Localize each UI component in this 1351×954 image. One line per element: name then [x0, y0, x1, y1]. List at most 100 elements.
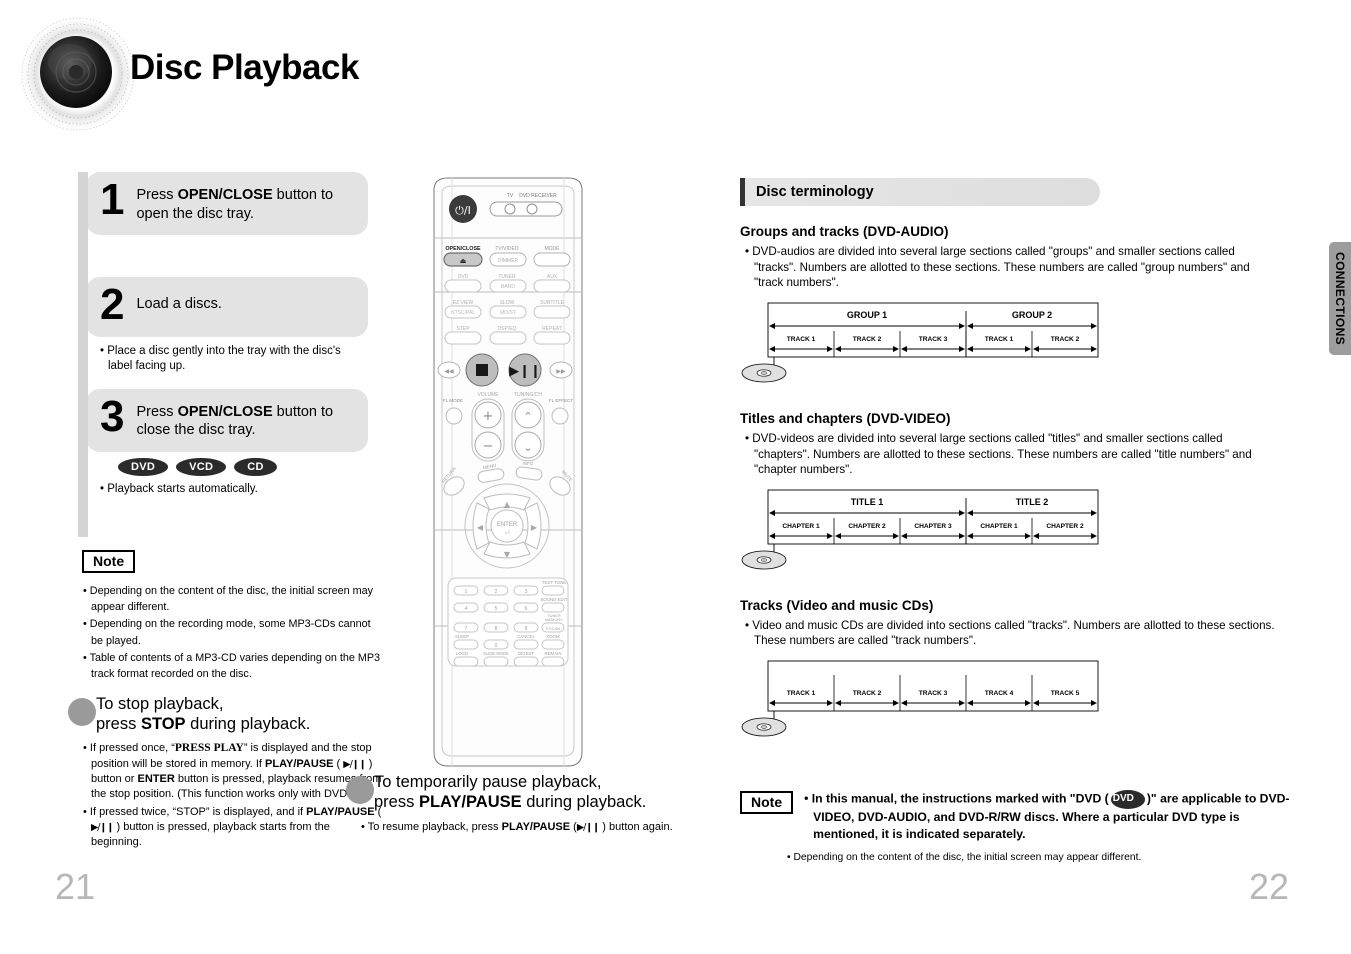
disc-icon: [741, 363, 787, 383]
right-note-bold-text: • In this manual, the instructions marke…: [803, 790, 1300, 844]
stop-playback-section: To stop playback, press STOP during play…: [68, 694, 382, 852]
svg-text:8: 8: [495, 626, 498, 632]
pause-heading: To temporarily pause playback, press PLA…: [346, 772, 690, 812]
badge-dvd: DVD: [118, 457, 169, 476]
step-2: 2 Load a discs. • Place a disc gently in…: [78, 277, 368, 396]
stop-heading: To stop playback, press STOP during play…: [68, 694, 382, 734]
bullet-text-run: PLAY/PAUSE: [265, 758, 334, 771]
left-note-block: Note • Depending on the content of the d…: [82, 550, 382, 683]
svg-text:SLEEP: SLEEP: [455, 634, 469, 639]
page-number-left: 21: [55, 866, 96, 907]
note-badge-right: Note: [740, 791, 794, 814]
diagram-label: CHAPTER 2: [848, 523, 886, 530]
svg-text:▼: ▼: [504, 550, 511, 559]
step-2-text-pre: Load a discs.: [136, 296, 222, 313]
diagram-label: TRACK 2: [853, 336, 882, 343]
note-badge-left: Note: [82, 550, 136, 573]
diagram-label: CHAPTER 1: [980, 523, 1018, 530]
bullet-text-run: ENTER: [137, 773, 175, 786]
stop-bullets: • If pressed once, “PRESS PLAY” is displ…: [82, 741, 382, 850]
page-title: Disc Playback: [130, 48, 359, 87]
badge-cd: CD: [234, 457, 277, 476]
svg-text:▲: ▲: [504, 500, 511, 509]
diagram-svg: GROUP 1 GROUP 2 TRACK 1 TRACK 2 TRACK 3 TRACK…: [741, 302, 1099, 383]
svg-text:REPEAT: REPEAT: [542, 326, 562, 332]
svg-text:7: 7: [465, 626, 468, 632]
svg-text:NTSC/PAL: NTSC/PAL: [451, 310, 475, 316]
diagram-label: TRACK 3: [919, 336, 948, 343]
remote-control-svg: ⏻/I TV DVD RECEIVER OPEN/CLOSE ⏏ TV/VIDE…: [433, 177, 583, 767]
bullet-text-run: (: [570, 821, 577, 834]
bullet-text-run: (: [333, 758, 344, 771]
svg-text:DVD: DVD: [458, 274, 469, 280]
bullet-text-run: PLAY/PAUSE: [501, 821, 571, 834]
stop-heading-line1: To stop playback,: [96, 695, 224, 713]
svg-text:6: 6: [525, 606, 528, 612]
terminology-section: Tracks (Video and music CDs) • Video and …: [740, 598, 1280, 747]
svg-text:SUBTITLE: SUBTITLE: [540, 300, 565, 306]
svg-text:MEMORY: MEMORY: [545, 617, 563, 622]
pause-playback-section: To temporarily pause playback, press PLA…: [346, 772, 690, 837]
svg-text:AUX: AUX: [547, 274, 558, 280]
svg-text:◀◀: ◀◀: [444, 368, 454, 375]
svg-text:INFO: INFO: [523, 461, 534, 466]
disc-terminology-title: Disc terminology: [756, 184, 874, 200]
svg-text:P.SCAN: P.SCAN: [546, 626, 560, 631]
stop-heading-line2-post: during playback.: [185, 715, 311, 734]
bullet-item: • If pressed twice, “STOP” is displayed,…: [82, 805, 382, 851]
svg-text:SLIDE MODE: SLIDE MODE: [483, 651, 509, 656]
terminology-sections: Groups and tracks (DVD-AUDIO) • DVD-audio…: [740, 224, 1280, 747]
page-header: Disc Playback: [0, 0, 1351, 160]
disc-icon: [741, 550, 787, 570]
side-tab-connections[interactable]: CONNECTIONS: [1329, 242, 1351, 355]
svg-text:REMAIN: REMAIN: [544, 651, 561, 656]
svg-text:MO/ST: MO/ST: [500, 310, 516, 316]
svg-text:0: 0: [495, 643, 498, 649]
svg-text:▶: ▶: [531, 523, 538, 532]
svg-text:SLOW: SLOW: [500, 300, 515, 306]
svg-text:TUNER: TUNER: [498, 274, 516, 280]
pause-heading-line2-pre: press: [374, 793, 419, 812]
badge-vcd: VCD: [176, 457, 227, 476]
instruction-steps: 1 Press OPEN/CLOSE button to open the di…: [78, 172, 368, 537]
diagram-label: TRACK 3: [919, 690, 948, 697]
svg-text:TUNING/CH: TUNING/CH: [514, 392, 542, 398]
step-2-substeps: • Place a disc gently into the tray with…: [78, 337, 368, 385]
step-3-sidebar: [78, 388, 88, 537]
svg-text:SOUND EDIT: SOUND EDIT: [540, 597, 567, 602]
svg-text:5: 5: [495, 606, 498, 612]
svg-text:+: +: [483, 409, 494, 424]
section-title: Groups and tracks (DVD-AUDIO): [740, 224, 949, 239]
svg-text:1: 1: [465, 589, 468, 595]
note-line: • Depending on the recording mode, some …: [83, 618, 371, 647]
step-3-substep-0: • Playback starts automatically.: [100, 482, 258, 495]
diagram-label: TRACK 1: [787, 690, 816, 697]
svg-text:⏎: ⏎: [504, 530, 509, 537]
svg-text:2: 2: [495, 589, 498, 595]
svg-text:FL MODE: FL MODE: [443, 398, 463, 403]
step-2-number: 2: [100, 280, 125, 330]
svg-text:STEP: STEP: [456, 326, 470, 332]
svg-text:4: 4: [465, 606, 468, 612]
svg-text:OPEN/CLOSE: OPEN/CLOSE: [445, 246, 481, 252]
svg-text:EZ VIEW: EZ VIEW: [453, 300, 474, 306]
step-1-box: 1 Press OPEN/CLOSE button to open the di…: [86, 172, 368, 236]
badge-dvd-inline: DVD: [1110, 790, 1145, 809]
svg-text:ENTER: ENTER: [497, 522, 518, 528]
bullet-text-run: ▶/❙❙: [91, 821, 114, 833]
diagram-label: TRACK 2: [1051, 336, 1080, 343]
right-note-block: Note • In this manual, the instructions …: [740, 790, 1300, 865]
terminology-section: Titles and chapters (DVD-VIDEO) • DVD-vid…: [740, 411, 1280, 580]
section-diagram: TITLE 1 TITLE 2 CHAPTER 1 CHAPTER 2 CHAPTER …: [740, 488, 1280, 580]
diagram-label: CHAPTER 2: [1046, 523, 1084, 530]
bullet-text-run: ) button is pressed, playback starts fro…: [91, 820, 330, 848]
svg-text:MODE: MODE: [545, 246, 561, 252]
diagram-label: TITLE 1: [851, 497, 884, 507]
step-1-text: Press OPEN/CLOSE button to open the disc…: [136, 182, 354, 223]
bullet-text-run: ) button again.: [599, 821, 673, 834]
bullet-text-run: • If pressed once, “: [83, 742, 175, 755]
bullet-item: • To resume playback, press PLAY/PAUSE (…: [360, 820, 690, 835]
svg-text:⏏: ⏏: [460, 257, 467, 265]
step-1-sidebar: [78, 172, 88, 280]
pause-heading-line1: To temporarily pause playback,: [374, 773, 602, 791]
